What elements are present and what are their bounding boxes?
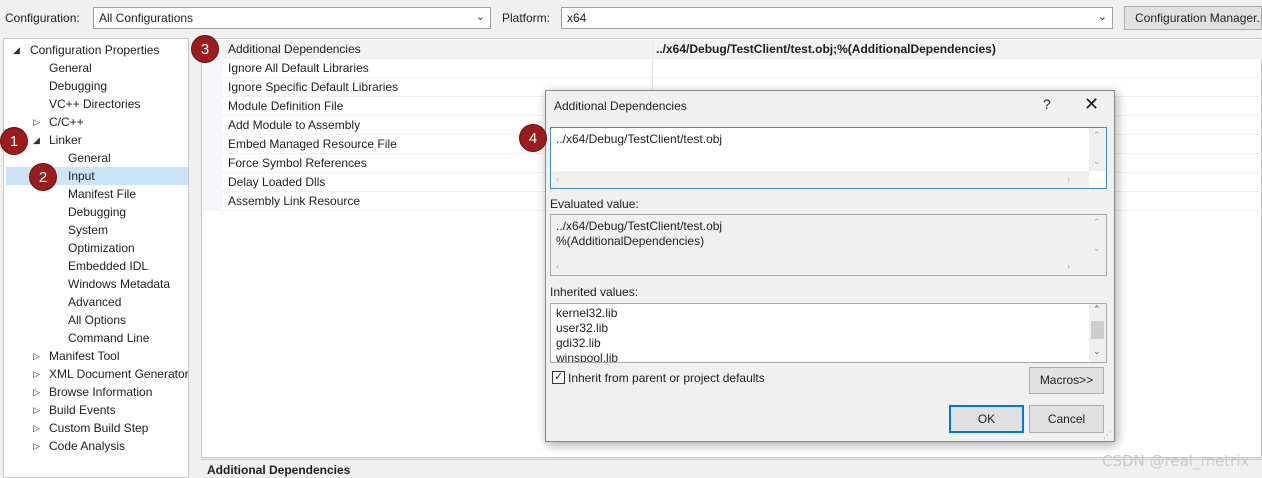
configuration-manager-button[interactable]: Configuration Manager... — [1124, 6, 1262, 30]
vertical-scrollbar[interactable]: ⌃ ⌄ — [1089, 128, 1106, 171]
property-name: Force Symbol References — [228, 156, 367, 170]
inherited-values-list: kernel32.lib user32.lib gdi32.lib winspo… — [550, 303, 1107, 363]
chevron-down-icon: ⌄ — [1097, 11, 1107, 23]
configuration-label: Configuration: — [5, 11, 80, 25]
annotation-badge-4: 4 — [519, 124, 547, 152]
chevron-down-icon: ⌄ — [475, 11, 485, 23]
vertical-scrollbar[interactable]: ⌃ ⌄ — [1089, 304, 1106, 362]
grid-row-additional-dependencies[interactable]: Additional Dependencies ../x64/Debug/Tes… — [202, 40, 1262, 59]
property-name: Ignore Specific Default Libraries — [228, 80, 399, 94]
tree-item-system[interactable]: System — [68, 221, 108, 239]
property-name: Assembly Link Resource — [228, 194, 361, 208]
tree-item-advanced[interactable]: Advanced — [68, 293, 121, 311]
property-name: Delay Loaded Dlls — [228, 175, 326, 189]
property-name: Ignore All Default Libraries — [228, 61, 369, 75]
cancel-button[interactable]: Cancel — [1029, 405, 1104, 433]
scroll-left-icon[interactable]: ‹ — [556, 174, 559, 184]
horizontal-scrollbar[interactable]: ‹ › — [551, 258, 1089, 275]
tree-item-vc-directories[interactable]: VC++ Directories — [49, 95, 140, 113]
vertical-scrollbar[interactable]: ⌃ ⌄ — [1089, 215, 1106, 258]
property-name: Additional Dependencies — [228, 42, 361, 56]
additional-dependencies-dialog: Additional Dependencies ? ✕ ../x64/Debug… — [545, 90, 1115, 442]
description-title: Additional Dependencies — [207, 463, 351, 477]
expand-icon[interactable]: ▷ — [33, 113, 40, 131]
expand-icon[interactable]: ▷ — [33, 365, 40, 383]
grid-row-ignore-all-default-libraries[interactable]: Ignore All Default Libraries — [202, 59, 1262, 78]
inherited-values-text: kernel32.lib user32.lib gdi32.lib winspo… — [556, 306, 619, 363]
tree-item-all-options[interactable]: All Options — [68, 311, 126, 329]
annotation-badge-2: 2 — [29, 163, 57, 191]
scroll-right-icon[interactable]: › — [1067, 261, 1070, 271]
expand-icon[interactable]: ▷ — [33, 437, 40, 455]
configuration-dropdown[interactable]: All Configurations ⌄ — [93, 7, 491, 29]
scroll-up-icon[interactable]: ⌃ — [1093, 217, 1101, 228]
configuration-value: All Configurations — [99, 11, 194, 25]
scroll-up-icon[interactable]: ⌃ — [1093, 304, 1101, 315]
scrollbar-thumb[interactable] — [1091, 321, 1104, 339]
property-name: Module Definition File — [228, 99, 344, 113]
property-name: Embed Managed Resource File — [228, 137, 397, 151]
tree-item-optimization[interactable]: Optimization — [68, 239, 135, 257]
annotation-badge-1: 1 — [0, 127, 28, 155]
inherited-values-label: Inherited values: — [550, 285, 639, 299]
watermark: CSDN @real_metrix — [1102, 452, 1250, 470]
expand-icon[interactable]: ▷ — [33, 383, 40, 401]
expand-icon[interactable]: ▷ — [33, 347, 40, 365]
ok-button[interactable]: OK — [949, 405, 1024, 433]
property-tree: ◢ Configuration Properties General Debug… — [3, 38, 189, 478]
collapse-icon[interactable]: ◢ — [13, 41, 20, 59]
evaluated-value-label: Evaluated value: — [550, 197, 639, 211]
dialog-title: Additional Dependencies — [554, 99, 687, 113]
close-icon[interactable]: ✕ — [1084, 94, 1099, 115]
inherit-checkbox[interactable]: ✓ — [552, 371, 565, 384]
tree-item-linker-debugging[interactable]: Debugging — [68, 203, 126, 221]
help-icon[interactable]: ? — [1043, 96, 1051, 112]
scroll-left-icon[interactable]: ‹ — [556, 261, 559, 271]
tree-item-debugging[interactable]: Debugging — [49, 77, 107, 95]
scroll-down-icon[interactable]: ⌄ — [1093, 346, 1101, 357]
configuration-toolbar: Configuration: All Configurations ⌄ Plat… — [0, 0, 1262, 36]
platform-dropdown[interactable]: x64 ⌄ — [561, 7, 1113, 29]
scroll-down-icon[interactable]: ⌄ — [1093, 243, 1101, 254]
property-name: Add Module to Assembly — [228, 118, 361, 132]
scroll-right-icon[interactable]: › — [1067, 174, 1070, 184]
platform-label: Platform: — [502, 11, 551, 25]
expand-icon[interactable]: ▷ — [33, 419, 40, 437]
expand-icon[interactable]: ▷ — [33, 401, 40, 419]
annotation-badge-3: 3 — [191, 35, 219, 63]
collapse-icon[interactable]: ◢ — [33, 131, 40, 149]
tree-item-command-line[interactable]: Command Line — [68, 329, 149, 347]
macros-button[interactable]: Macros>> — [1029, 367, 1104, 394]
tree-item-linker-general[interactable]: General — [68, 149, 111, 167]
dependencies-edit-box[interactable]: ../x64/Debug/TestClient/test.obj ⌃ ⌄ ‹ › — [550, 127, 1107, 189]
inherit-checkbox-label[interactable]: Inherit from parent or project defaults — [568, 371, 765, 385]
platform-value: x64 — [567, 11, 587, 25]
tree-item-manifest-file[interactable]: Manifest File — [68, 185, 136, 203]
property-value[interactable]: ../x64/Debug/TestClient/test.obj;%(Addit… — [656, 42, 996, 56]
tree-item-windows-metadata[interactable]: Windows Metadata — [68, 275, 170, 293]
resize-grip-icon[interactable]: ⋰ — [1103, 430, 1112, 441]
evaluated-value-text: ../x64/Debug/TestClient/test.obj %(Addit… — [556, 219, 723, 248]
horizontal-scrollbar[interactable]: ‹ › — [551, 171, 1089, 188]
scroll-up-icon[interactable]: ⌃ — [1093, 130, 1101, 141]
scroll-down-icon[interactable]: ⌄ — [1093, 156, 1101, 167]
evaluated-value-box: ../x64/Debug/TestClient/test.obj %(Addit… — [550, 214, 1107, 276]
tree-item-general[interactable]: General — [49, 59, 92, 77]
dependencies-edit-text[interactable]: ../x64/Debug/TestClient/test.obj — [556, 132, 722, 147]
tree-item-embedded-idl[interactable]: Embedded IDL — [68, 257, 148, 275]
